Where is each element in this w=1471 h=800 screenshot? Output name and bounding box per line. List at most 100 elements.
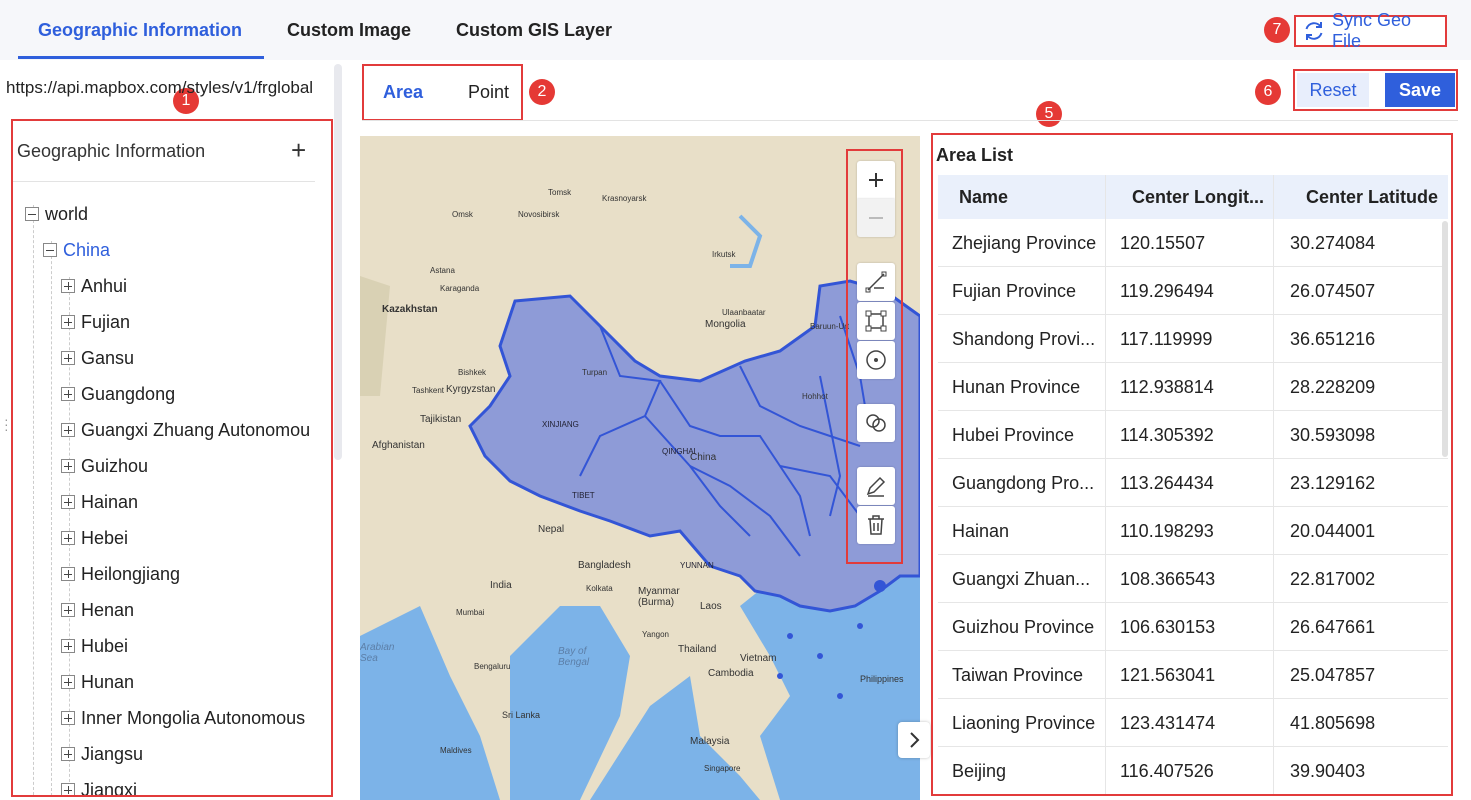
- column-header-latitude[interactable]: Center Latitude: [1306, 187, 1446, 208]
- table-row[interactable]: Guizhou Province 106.630153 26.647661: [938, 603, 1448, 651]
- area-point-tabs: Area Point: [362, 64, 523, 121]
- marker-badge-6: 6: [1255, 79, 1281, 105]
- plus-icon[interactable]: +: [291, 135, 306, 166]
- edit-icon[interactable]: [857, 467, 895, 505]
- table-scrollbar[interactable]: [1442, 221, 1448, 457]
- tree-node-province[interactable]: Fujian: [61, 307, 130, 337]
- draw-rectangle-icon[interactable]: [857, 302, 895, 340]
- tab-custom-gis-layer[interactable]: Custom GIS Layer: [456, 20, 612, 41]
- tree-node-province[interactable]: Anhui: [61, 271, 127, 301]
- map-label: Bay of Bengal: [558, 646, 590, 668]
- map-label: Mongolia: [705, 319, 746, 330]
- expand-icon[interactable]: [61, 423, 75, 437]
- map-style-url[interactable]: https://api.mapbox.com/styles/v1/frgloba…: [6, 78, 336, 98]
- tab-custom-image[interactable]: Custom Image: [287, 20, 411, 41]
- table-row[interactable]: Guangxi Zhuan... 108.366543 22.817002: [938, 555, 1448, 603]
- expand-icon[interactable]: [61, 567, 75, 581]
- tree-node-province[interactable]: Jiangsu: [61, 739, 143, 769]
- collapse-icon[interactable]: [25, 207, 39, 221]
- intersect-icon[interactable]: [857, 404, 895, 442]
- tree-node-label: Guizhou: [81, 455, 149, 476]
- tree-node-province[interactable]: Gansu: [61, 343, 134, 373]
- divider: [362, 120, 1458, 121]
- map-label: Tashkent: [412, 386, 445, 395]
- tree-node-province[interactable]: Jiangxi: [61, 775, 137, 795]
- cell-longitude: 120.15507: [1120, 233, 1206, 253]
- table-row[interactable]: Liaoning Province 123.431474 41.805698: [938, 699, 1448, 747]
- table-row[interactable]: Beijing 116.407526 39.90403: [938, 747, 1448, 794]
- tree-node-label: world: [45, 203, 89, 224]
- tree-node-label: Anhui: [81, 275, 128, 296]
- cell-longitude: 110.198293: [1120, 521, 1214, 541]
- zoom-in-icon[interactable]: [857, 161, 895, 199]
- map-label: Sri Lanka: [502, 710, 541, 720]
- collapse-icon[interactable]: [43, 243, 57, 257]
- chevron-right-icon[interactable]: [898, 722, 930, 758]
- cell-longitude: 106.630153: [1120, 617, 1216, 637]
- map-label: Maldives: [440, 746, 472, 755]
- table-row[interactable]: Zhejiang Province 120.15507 30.274084: [938, 219, 1448, 267]
- map-label: TIBET: [572, 491, 595, 500]
- tree-node-province[interactable]: Heilongjiang: [61, 559, 180, 589]
- expand-icon[interactable]: [61, 315, 75, 329]
- tree-node-province[interactable]: Guizhou: [61, 451, 148, 481]
- table-row[interactable]: Hunan Province 112.938814 28.228209: [938, 363, 1448, 411]
- expand-icon[interactable]: [61, 459, 75, 473]
- reset-button[interactable]: Reset: [1297, 73, 1369, 107]
- tree-node-province[interactable]: Hubei: [61, 631, 128, 661]
- draw-line-icon[interactable]: [857, 263, 895, 301]
- expand-icon[interactable]: [61, 387, 75, 401]
- expand-icon[interactable]: [61, 531, 75, 545]
- tree-node-world[interactable]: world: [25, 199, 88, 229]
- cell-latitude: 26.647661: [1290, 617, 1376, 637]
- table-row[interactable]: Guangdong Pro... 113.264434 23.129162: [938, 459, 1448, 507]
- table-row[interactable]: Hubei Province 114.305392 30.593098: [938, 411, 1448, 459]
- sync-geo-file-button[interactable]: Sync Geo File: [1294, 10, 1447, 51]
- map-label: Yangon: [642, 630, 669, 639]
- tree-node-china[interactable]: China: [43, 235, 110, 265]
- save-button[interactable]: Save: [1385, 73, 1455, 107]
- map-label: QINGHAI: [662, 447, 696, 456]
- expand-icon[interactable]: [61, 783, 75, 795]
- sync-icon: [1305, 22, 1323, 40]
- expand-icon[interactable]: [61, 675, 75, 689]
- table-row[interactable]: Hainan 110.198293 20.044001: [938, 507, 1448, 555]
- tree-node-province[interactable]: Hunan: [61, 667, 134, 697]
- left-scrollbar[interactable]: [334, 64, 342, 460]
- column-header-longitude[interactable]: Center Longit...: [1132, 187, 1277, 208]
- tree-node-province[interactable]: Henan: [61, 595, 134, 625]
- map-label: Singapore: [704, 764, 741, 773]
- tree-node-province[interactable]: Inner Mongolia Autonomous: [61, 703, 305, 733]
- tree-node-province[interactable]: Guangdong: [61, 379, 175, 409]
- base-map: [360, 136, 920, 800]
- cell-name: Guangdong Pro...: [952, 473, 1095, 493]
- expand-icon[interactable]: [61, 351, 75, 365]
- expand-icon[interactable]: [61, 495, 75, 509]
- table-row[interactable]: Taiwan Province 121.563041 25.047857: [938, 651, 1448, 699]
- expand-icon[interactable]: [61, 639, 75, 653]
- expand-icon[interactable]: [61, 279, 75, 293]
- tree-node-province[interactable]: Hainan: [61, 487, 138, 517]
- marker-badge-7: 7: [1264, 17, 1290, 43]
- map-label: Kolkata: [586, 584, 613, 593]
- zoom-out-icon[interactable]: [857, 199, 895, 237]
- tree-node-province[interactable]: Guangxi Zhuang Autonomou: [61, 415, 310, 445]
- draw-circle-icon[interactable]: [857, 341, 895, 379]
- cell-latitude: 28.228209: [1290, 377, 1376, 397]
- expand-icon[interactable]: [61, 711, 75, 725]
- map-canvas[interactable]: Kazakhstan Mongolia China XINJIANG TIBET…: [360, 136, 920, 800]
- resize-handle[interactable]: · · ·: [4, 412, 9, 436]
- tab-geographic-information[interactable]: Geographic Information: [38, 20, 242, 41]
- map-label: Omsk: [452, 210, 473, 219]
- cell-latitude: 26.074507: [1290, 281, 1376, 301]
- trash-icon[interactable]: [857, 506, 895, 544]
- table-row[interactable]: Shandong Provi... 117.119999 36.651216: [938, 315, 1448, 363]
- expand-icon[interactable]: [61, 747, 75, 761]
- tab-area[interactable]: Area: [383, 82, 423, 103]
- expand-icon[interactable]: [61, 603, 75, 617]
- table-header: Name Center Longit... Center Latitude: [938, 175, 1448, 219]
- column-header-name[interactable]: Name: [959, 187, 1099, 208]
- table-row[interactable]: Fujian Province 119.296494 26.074507: [938, 267, 1448, 315]
- tree-node-province[interactable]: Hebei: [61, 523, 128, 553]
- tab-point[interactable]: Point: [468, 82, 509, 103]
